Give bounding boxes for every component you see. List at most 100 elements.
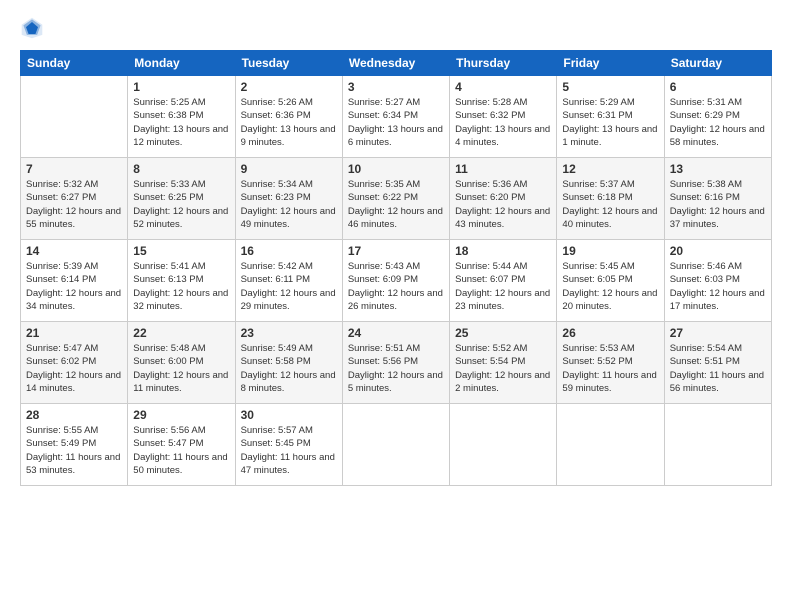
calendar-cell-w3d3: 16 Sunrise: 5:42 AMSunset: 6:11 PMDayligh… <box>235 240 342 322</box>
calendar-cell-w3d7: 20 Sunrise: 5:46 AMSunset: 6:03 PMDayligh… <box>664 240 771 322</box>
cell-date-13: 13 <box>670 162 766 176</box>
calendar-cell-w4d4: 24 Sunrise: 5:51 AMSunset: 5:56 PMDayligh… <box>342 322 449 404</box>
page: Sunday Monday Tuesday Wednesday Thursday… <box>0 0 792 612</box>
cell-date-25: 25 <box>455 326 551 340</box>
cell-date-20: 20 <box>670 244 766 258</box>
cell-date-10: 10 <box>348 162 444 176</box>
cell-date-9: 9 <box>241 162 337 176</box>
calendar-cell-w1d5: 4 Sunrise: 5:28 AMSunset: 6:32 PMDaylight… <box>450 76 557 158</box>
cell-info-10: Sunrise: 5:35 AMSunset: 6:22 PMDaylight:… <box>348 178 444 231</box>
calendar-cell-w5d7 <box>664 404 771 486</box>
calendar-cell-w3d2: 15 Sunrise: 5:41 AMSunset: 6:13 PMDayligh… <box>128 240 235 322</box>
cell-info-30: Sunrise: 5:57 AMSunset: 5:45 PMDaylight:… <box>241 424 337 477</box>
cell-date-7: 7 <box>26 162 122 176</box>
cell-info-24: Sunrise: 5:51 AMSunset: 5:56 PMDaylight:… <box>348 342 444 395</box>
cell-date-16: 16 <box>241 244 337 258</box>
cell-info-26: Sunrise: 5:53 AMSunset: 5:52 PMDaylight:… <box>562 342 658 395</box>
col-tuesday: Tuesday <box>235 51 342 76</box>
col-thursday: Thursday <box>450 51 557 76</box>
cell-date-17: 17 <box>348 244 444 258</box>
cell-date-19: 19 <box>562 244 658 258</box>
calendar-cell-w2d6: 12 Sunrise: 5:37 AMSunset: 6:18 PMDayligh… <box>557 158 664 240</box>
calendar-cell-w1d7: 6Sunrise: 5:31 AMSunset: 6:29 PMDaylight… <box>664 76 771 158</box>
cell-date-8: 8 <box>133 162 229 176</box>
calendar-cell-w3d6: 19 Sunrise: 5:45 AMSunset: 6:05 PMDayligh… <box>557 240 664 322</box>
col-monday: Monday <box>128 51 235 76</box>
col-friday: Friday <box>557 51 664 76</box>
cell-info-8: Sunrise: 5:33 AMSunset: 6:25 PMDaylight:… <box>133 178 229 231</box>
calendar-cell-w3d1: 14Sunrise: 5:39 AMSunset: 6:14 PMDayligh… <box>21 240 128 322</box>
cell-date-26: 26 <box>562 326 658 340</box>
cell-info-20: Sunrise: 5:46 AMSunset: 6:03 PMDaylight:… <box>670 260 766 313</box>
calendar-cell-w5d5 <box>450 404 557 486</box>
calendar-cell-w2d1: 7 Sunrise: 5:32 AMSunset: 6:27 PMDaylight… <box>21 158 128 240</box>
week-row-1: 1Sunrise: 5:25 AMSunset: 6:38 PMDaylight… <box>21 76 772 158</box>
week-row-3: 14Sunrise: 5:39 AMSunset: 6:14 PMDayligh… <box>21 240 772 322</box>
cell-date-24: 24 <box>348 326 444 340</box>
cell-info-29: Sunrise: 5:56 AMSunset: 5:47 PMDaylight:… <box>133 424 229 477</box>
cell-date-6: 6 <box>670 80 766 94</box>
calendar-header-row: Sunday Monday Tuesday Wednesday Thursday… <box>21 51 772 76</box>
cell-info-15: Sunrise: 5:41 AMSunset: 6:13 PMDaylight:… <box>133 260 229 313</box>
cell-info-11: Sunrise: 5:36 AMSunset: 6:20 PMDaylight:… <box>455 178 551 231</box>
week-row-4: 21 Sunrise: 5:47 AMSunset: 6:02 PMDayligh… <box>21 322 772 404</box>
cell-info-19: Sunrise: 5:45 AMSunset: 6:05 PMDaylight:… <box>562 260 658 313</box>
calendar-cell-w3d4: 17 Sunrise: 5:43 AMSunset: 6:09 PMDayligh… <box>342 240 449 322</box>
calendar-cell-w5d4 <box>342 404 449 486</box>
logo-icon <box>20 16 44 40</box>
cell-info-13: Sunrise: 5:38 AMSunset: 6:16 PMDaylight:… <box>670 178 766 231</box>
cell-info-21: Sunrise: 5:47 AMSunset: 6:02 PMDaylight:… <box>26 342 122 395</box>
cell-date-21: 21 <box>26 326 122 340</box>
cell-date-3: 3 <box>348 80 444 94</box>
cell-info-25: Sunrise: 5:52 AMSunset: 5:54 PMDaylight:… <box>455 342 551 395</box>
calendar-cell-w5d6 <box>557 404 664 486</box>
cell-info-18: Sunrise: 5:44 AMSunset: 6:07 PMDaylight:… <box>455 260 551 313</box>
cell-info-9: Sunrise: 5:34 AMSunset: 6:23 PMDaylight:… <box>241 178 337 231</box>
cell-info-3: Sunrise: 5:27 AMSunset: 6:34 PMDaylight:… <box>348 96 444 149</box>
calendar-cell-w1d6: 5Sunrise: 5:29 AMSunset: 6:31 PMDaylight… <box>557 76 664 158</box>
cell-info-16: Sunrise: 5:42 AMSunset: 6:11 PMDaylight:… <box>241 260 337 313</box>
calendar-cell-w4d1: 21 Sunrise: 5:47 AMSunset: 6:02 PMDayligh… <box>21 322 128 404</box>
cell-date-29: 29 <box>133 408 229 422</box>
calendar-cell-w4d7: 27Sunrise: 5:54 AMSunset: 5:51 PMDayligh… <box>664 322 771 404</box>
week-row-2: 7 Sunrise: 5:32 AMSunset: 6:27 PMDaylight… <box>21 158 772 240</box>
cell-date-1: 1 <box>133 80 229 94</box>
cell-info-14: Sunrise: 5:39 AMSunset: 6:14 PMDaylight:… <box>26 260 122 313</box>
calendar-cell-w2d5: 11 Sunrise: 5:36 AMSunset: 6:20 PMDayligh… <box>450 158 557 240</box>
cell-date-11: 11 <box>455 162 551 176</box>
cell-info-2: Sunrise: 5:26 AMSunset: 6:36 PMDaylight:… <box>241 96 337 149</box>
cell-date-23: 23 <box>241 326 337 340</box>
cell-info-12: Sunrise: 5:37 AMSunset: 6:18 PMDaylight:… <box>562 178 658 231</box>
cell-info-28: Sunrise: 5:55 AMSunset: 5:49 PMDaylight:… <box>26 424 122 477</box>
cell-date-22: 22 <box>133 326 229 340</box>
cell-info-22: Sunrise: 5:48 AMSunset: 6:00 PMDaylight:… <box>133 342 229 395</box>
cell-date-30: 30 <box>241 408 337 422</box>
col-saturday: Saturday <box>664 51 771 76</box>
cell-info-23: Sunrise: 5:49 AMSunset: 5:58 PMDaylight:… <box>241 342 337 395</box>
calendar-cell-w1d2: 1Sunrise: 5:25 AMSunset: 6:38 PMDaylight… <box>128 76 235 158</box>
calendar-cell-w5d2: 29 Sunrise: 5:56 AMSunset: 5:47 PMDayligh… <box>128 404 235 486</box>
calendar-cell-w4d6: 26 Sunrise: 5:53 AMSunset: 5:52 PMDayligh… <box>557 322 664 404</box>
calendar-cell-w2d3: 9 Sunrise: 5:34 AMSunset: 6:23 PMDaylight… <box>235 158 342 240</box>
cell-date-12: 12 <box>562 162 658 176</box>
cell-date-2: 2 <box>241 80 337 94</box>
cell-date-18: 18 <box>455 244 551 258</box>
cell-info-17: Sunrise: 5:43 AMSunset: 6:09 PMDaylight:… <box>348 260 444 313</box>
calendar-cell-w2d2: 8 Sunrise: 5:33 AMSunset: 6:25 PMDaylight… <box>128 158 235 240</box>
calendar-cell-w4d5: 25 Sunrise: 5:52 AMSunset: 5:54 PMDayligh… <box>450 322 557 404</box>
cell-info-4: Sunrise: 5:28 AMSunset: 6:32 PMDaylight:… <box>455 96 551 149</box>
header <box>20 16 772 40</box>
cell-info-7: Sunrise: 5:32 AMSunset: 6:27 PMDaylight:… <box>26 178 122 231</box>
calendar-cell-w5d3: 30 Sunrise: 5:57 AMSunset: 5:45 PMDayligh… <box>235 404 342 486</box>
cell-date-5: 5 <box>562 80 658 94</box>
calendar-cell-w1d3: 2 Sunrise: 5:26 AMSunset: 6:36 PMDaylight… <box>235 76 342 158</box>
col-wednesday: Wednesday <box>342 51 449 76</box>
cell-date-4: 4 <box>455 80 551 94</box>
calendar-cell-w2d4: 10 Sunrise: 5:35 AMSunset: 6:22 PMDayligh… <box>342 158 449 240</box>
week-row-5: 28 Sunrise: 5:55 AMSunset: 5:49 PMDayligh… <box>21 404 772 486</box>
calendar-cell-w1d1 <box>21 76 128 158</box>
cell-date-28: 28 <box>26 408 122 422</box>
cell-date-27: 27 <box>670 326 766 340</box>
cell-date-15: 15 <box>133 244 229 258</box>
calendar-cell-w1d4: 3 Sunrise: 5:27 AMSunset: 6:34 PMDaylight… <box>342 76 449 158</box>
